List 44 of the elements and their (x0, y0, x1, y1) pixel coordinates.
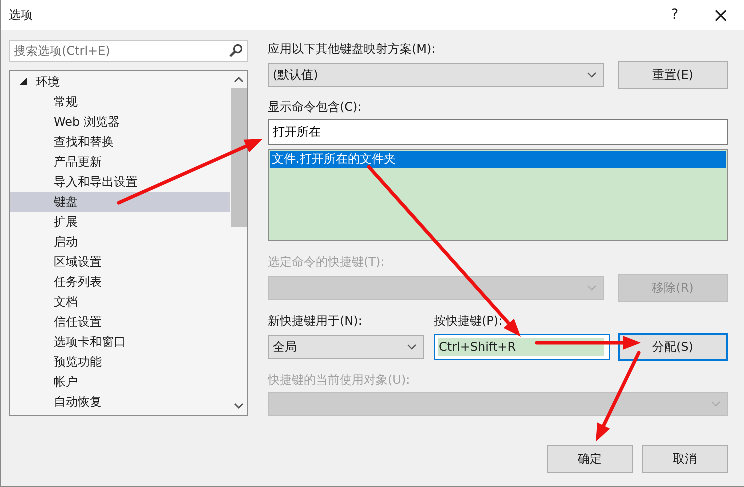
chevron-up-icon[interactable] (234, 77, 244, 83)
tree-item[interactable]: 导入和导出设置 (10, 172, 230, 192)
search-icon (229, 44, 243, 58)
command-filter-field[interactable]: 打开所在 (268, 119, 728, 145)
search-field[interactable]: 搜索选项(Ctrl+E) (9, 40, 248, 62)
tree-item[interactable]: 区域设置 (10, 252, 230, 272)
dialog-button[interactable]: 取消 (642, 445, 728, 473)
tree-item[interactable]: 键盘 (10, 192, 230, 212)
chevron-down-icon[interactable] (234, 403, 244, 409)
tree-item[interactable]: 自动恢复 (10, 392, 230, 412)
scope-dropdown[interactable]: 全局 (268, 335, 424, 359)
field-label: 新快捷键用于(N): (268, 313, 364, 329)
chevron-down-icon (587, 285, 597, 291)
tree-item[interactable]: 帐户 (10, 372, 230, 392)
command-item[interactable]: 文件.打开所在的文件夹 (270, 151, 726, 168)
scheme-dropdown[interactable]: (默认值) (268, 63, 604, 87)
field-label: 按快捷键(P): (434, 313, 503, 329)
window-title: 选项 (8, 6, 34, 24)
help-button[interactable]: ? (652, 7, 698, 23)
tree-item[interactable]: 查找和替换 (10, 132, 230, 152)
tree-item[interactable]: 任务列表 (10, 272, 230, 292)
chevron-down-icon (407, 344, 417, 350)
assign-button[interactable]: 分配(S) (618, 333, 728, 361)
dialog-button[interactable]: 确定 (547, 445, 633, 473)
tree-item[interactable]: 预览功能 (10, 352, 230, 372)
shortcut-field[interactable]: Ctrl+Shift+R (434, 334, 610, 360)
tree-item[interactable]: 选项卡和窗口 (10, 332, 230, 352)
tree-item[interactable]: 启动 (10, 232, 230, 252)
chevron-down-icon (587, 72, 597, 78)
tree-item[interactable]: 信任设置 (10, 312, 230, 332)
field-label: 应用以下其他键盘映射方案(M): (268, 41, 437, 57)
tree-item[interactable]: 文档 (10, 292, 230, 312)
expand-icon[interactable] (20, 78, 28, 86)
tree-item[interactable]: Web 浏览器 (10, 112, 230, 132)
tree-item[interactable]: 环境 (10, 72, 230, 92)
reset-button[interactable]: 重置(E) (618, 61, 728, 89)
field-label: 选定命令的快捷键(T): (268, 254, 386, 270)
tree-item[interactable]: 产品更新 (10, 152, 230, 172)
tree-item[interactable]: 扩展 (10, 212, 230, 232)
tree-item[interactable]: 常规 (10, 92, 230, 112)
field-label: 显示命令包含(C): (268, 99, 363, 115)
field-label: 快捷键的当前使用对象(U): (268, 372, 412, 388)
chevron-down-icon (711, 401, 721, 407)
close-button[interactable]: × (698, 3, 744, 27)
